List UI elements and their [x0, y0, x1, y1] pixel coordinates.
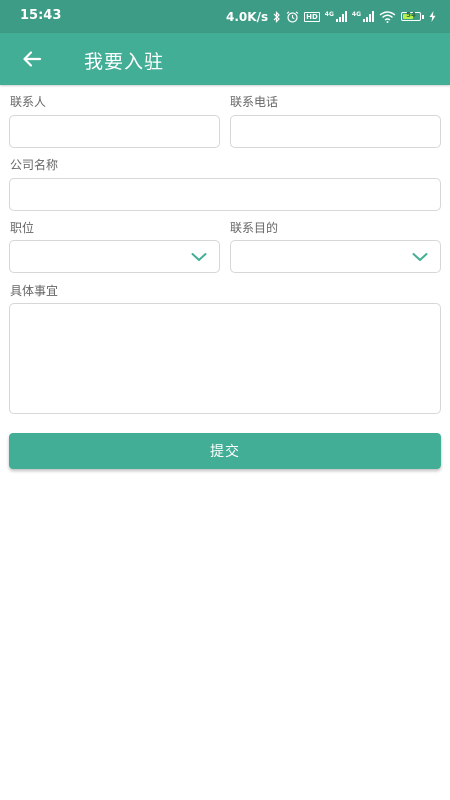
network-speed: 4.0K/s [226, 9, 269, 24]
status-icons: 4.0K/s HD 4G 4G 54 [226, 8, 436, 25]
hd-icon: HD [304, 11, 320, 22]
contact-person-input[interactable] [9, 115, 220, 148]
signal-icon: 4G [325, 11, 347, 22]
position-select[interactable] [9, 240, 220, 273]
purpose-label: 联系目的 [230, 221, 279, 235]
details-label: 具体事宜 [10, 284, 59, 298]
status-bar: 15:43 4.0K/s HD 4G 4G 54 [0, 0, 450, 33]
back-arrow-icon[interactable] [20, 47, 44, 71]
company-name-input[interactable] [9, 178, 441, 211]
signal-icon-2: 4G [352, 11, 374, 22]
contact-phone-label: 联系电话 [230, 95, 279, 109]
charging-icon [429, 11, 436, 22]
alarm-icon [286, 10, 299, 23]
submit-button[interactable]: 提交 [9, 433, 441, 469]
chevron-down-icon [412, 253, 428, 261]
bluetooth-icon [273, 10, 280, 23]
contact-person-label: 联系人 [10, 95, 47, 109]
page-title: 我要入驻 [84, 51, 165, 73]
battery-icon: 54 [401, 11, 424, 21]
details-textarea[interactable] [9, 303, 441, 414]
purpose-select[interactable] [230, 240, 441, 273]
app-bar: 我要入驻 [0, 33, 450, 85]
wifi-icon [379, 10, 396, 23]
position-label: 职位 [10, 221, 35, 235]
status-time: 15:43 [20, 8, 62, 23]
company-name-label: 公司名称 [10, 158, 59, 172]
contact-phone-input[interactable] [230, 115, 441, 148]
chevron-down-icon [191, 253, 207, 261]
